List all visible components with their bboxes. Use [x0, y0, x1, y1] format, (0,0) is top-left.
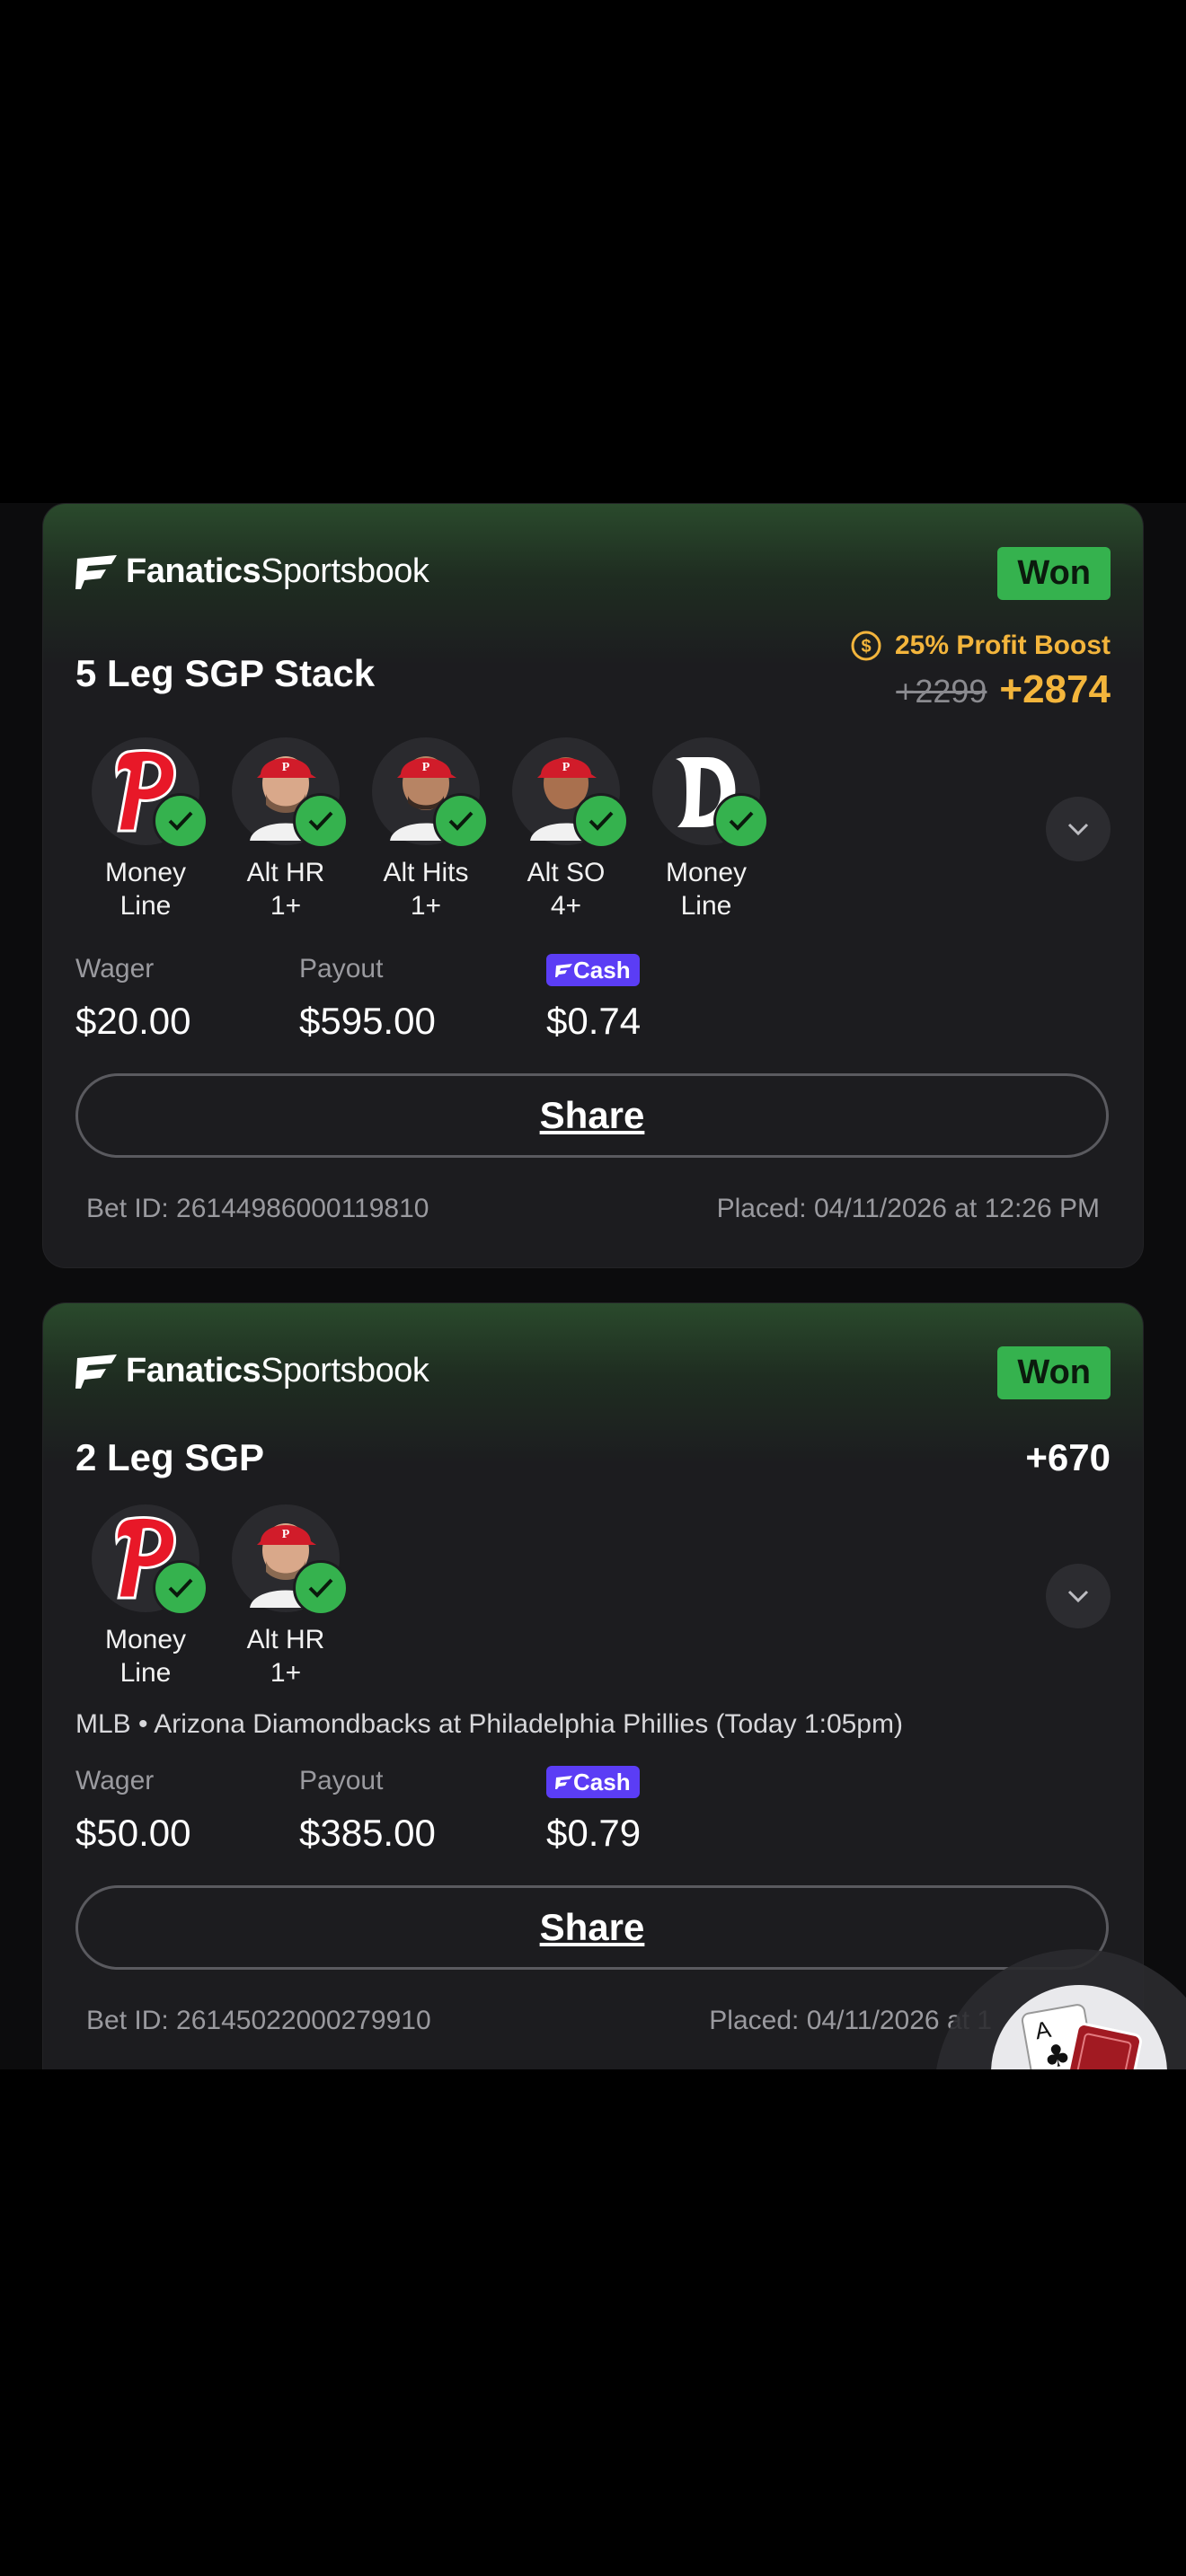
payout-stat: Payout $595.00 [299, 951, 436, 1043]
leg-item[interactable]: Money Line [75, 737, 216, 922]
leg-label: Alt HR 1+ [246, 858, 325, 921]
odds-value: +670 [1025, 1436, 1111, 1478]
casino-cards-icon: A ♣ [1021, 2004, 1142, 2069]
bet-title: 2 Leg SGP [75, 1436, 265, 1478]
payout-label: Payout [299, 1766, 384, 1795]
payout-stat: Payout $385.00 [299, 1763, 436, 1855]
bet-title: 5 Leg SGP Stack [75, 652, 376, 694]
leg-item[interactable]: P Alt HR 1+ [216, 1504, 356, 1689]
check-icon [293, 793, 349, 849]
phillies-logo [92, 737, 208, 849]
check-icon [433, 793, 489, 849]
share-button[interactable]: Share [75, 1885, 1109, 1970]
brand-name-bold: Fanatics [126, 552, 261, 590]
chevron-down-icon [1067, 823, 1089, 836]
sportsbook-brand: FanaticsSportsbook [75, 552, 429, 591]
bet-legs: Money Line P Alt HR 1+ [75, 1504, 356, 1689]
event-description: MLB • Arizona Diamondbacks at Philadelph… [75, 1709, 903, 1739]
fanatics-flag-icon [555, 1776, 572, 1789]
fanatics-cash-badge: Cash [546, 954, 640, 986]
svg-text:P: P [562, 761, 571, 774]
player-headshot: P [372, 737, 489, 849]
check-icon [293, 1560, 349, 1616]
fanatics-cash-badge: Cash [546, 1766, 640, 1798]
cash-label: Cash [573, 1769, 631, 1795]
leg-item[interactable]: Money Line [75, 1504, 216, 1689]
svg-text:P: P [422, 761, 430, 774]
expand-legs-button[interactable] [1046, 797, 1111, 861]
status-badge: Won [997, 547, 1111, 600]
expand-legs-button[interactable] [1046, 1564, 1111, 1628]
check-icon [573, 793, 629, 849]
leg-item[interactable]: P Alt HR 1+ [216, 737, 356, 922]
brand-name-light: Sportsbook [261, 1352, 429, 1389]
bet-id: Bet ID: 26144986000119810 [86, 1194, 429, 1223]
status-badge: Won [997, 1346, 1111, 1399]
player-headshot: P [512, 737, 629, 849]
wager-stat: Wager $20.00 [75, 951, 190, 1043]
svg-text:P: P [282, 1528, 290, 1541]
cash-value: $0.79 [546, 1812, 642, 1854]
leg-label: Alt Hits 1+ [383, 858, 469, 921]
bet-odds: +2299 +2874 [896, 667, 1111, 712]
svg-text:$: $ [861, 637, 871, 657]
bet-footer: Bet ID: 26144986000119810 Placed: 04/11/… [86, 1194, 1100, 1224]
wager-stat: Wager $50.00 [75, 1763, 190, 1855]
original-odds: +2299 [896, 673, 987, 710]
wager-value: $20.00 [75, 1000, 191, 1042]
cash-label: Cash [573, 957, 631, 984]
fanatics-flag-icon [75, 554, 117, 589]
bet-card[interactable]: FanaticsSportsbook Won 5 Leg SGP Stack $… [42, 503, 1144, 1268]
cash-stat: Cash $0.74 [546, 951, 641, 1043]
sportsbook-brand: FanaticsSportsbook [75, 1352, 429, 1390]
brand-name-bold: Fanatics [126, 1352, 261, 1389]
tigers-logo [652, 737, 769, 849]
fanatics-flag-icon [555, 964, 572, 977]
brand-name-light: Sportsbook [261, 552, 429, 590]
bet-legs: Money Line P Alt HR 1+ [75, 737, 776, 922]
player-headshot: P [232, 737, 349, 849]
check-icon [713, 793, 769, 849]
leg-label: Alt HR 1+ [246, 1625, 325, 1688]
leg-label: Money Line [104, 1625, 187, 1688]
payout-value: $385.00 [299, 1812, 436, 1854]
casino-button[interactable]: A ♣ [991, 1985, 1167, 2069]
leg-label: Alt SO 4+ [527, 858, 606, 921]
cash-value: $0.74 [546, 1000, 642, 1042]
chevron-down-icon [1067, 1590, 1089, 1603]
profit-boost-coin-icon: $ [851, 631, 881, 661]
leg-item[interactable]: P Alt Hits 1+ [356, 737, 496, 922]
phillies-logo [92, 1504, 208, 1616]
fanatics-flag-icon [75, 1354, 117, 1389]
bet-card[interactable]: FanaticsSportsbook Won 2 Leg SGP +670 Mo… [42, 1302, 1144, 2069]
wager-label: Wager [75, 954, 155, 984]
svg-text:P: P [282, 761, 290, 774]
bet-history-viewport[interactable]: FanaticsSportsbook Won 5 Leg SGP Stack $… [0, 503, 1186, 2069]
leg-label: Money Line [104, 858, 187, 921]
bet-odds: +670 [1025, 1436, 1111, 1479]
payout-label: Payout [299, 954, 384, 984]
wager-value: $50.00 [75, 1812, 191, 1854]
bet-id: Bet ID: 26145022000279910 [86, 2006, 431, 2035]
player-headshot: P [232, 1504, 349, 1616]
leg-item[interactable]: Money Line [636, 737, 776, 922]
check-icon [153, 793, 208, 849]
payout-value: $595.00 [299, 1000, 436, 1042]
wager-label: Wager [75, 1766, 155, 1795]
profit-boost-label: $ 25% Profit Boost [850, 630, 1111, 662]
leg-label: Money Line [665, 858, 748, 921]
profit-boost-text: 25% Profit Boost [894, 631, 1111, 660]
cash-stat: Cash $0.79 [546, 1763, 641, 1855]
leg-item[interactable]: P Alt SO 4+ [496, 737, 636, 922]
share-button[interactable]: Share [75, 1073, 1109, 1158]
boosted-odds: +2874 [999, 667, 1111, 711]
placed-timestamp: Placed: 04/11/2026 at 12:26 PM [716, 1194, 1100, 1223]
check-icon [153, 1560, 208, 1616]
